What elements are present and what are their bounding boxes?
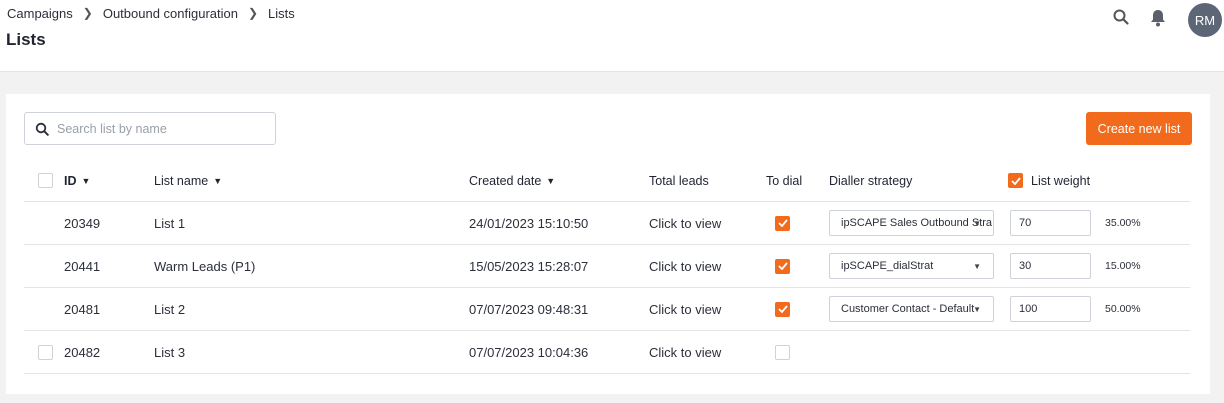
cell-created-date: 24/01/2023 15:10:50 bbox=[469, 215, 589, 231]
weight-percentage: 15.00% bbox=[1105, 260, 1141, 272]
column-created-label: Created date bbox=[469, 173, 542, 188]
breadcrumb-campaigns[interactable]: Campaigns bbox=[7, 6, 73, 21]
click-to-view-link[interactable]: Click to view bbox=[649, 202, 721, 244]
to-dial-checkbox[interactable] bbox=[775, 258, 790, 274]
column-header-to-dial: To dial bbox=[766, 173, 803, 188]
dialler-strategy-value: ipSCAPE_dialStrat bbox=[841, 260, 934, 272]
column-header-dialler-strategy: Dialler strategy bbox=[829, 173, 913, 188]
lists-card: Create new list ID ▼ List name ▼ Created d… bbox=[6, 94, 1210, 394]
chevron-right-icon: ❯ bbox=[82, 6, 93, 20]
cell-list-name: List 1 bbox=[154, 215, 186, 231]
caret-down-icon: ▼ bbox=[973, 218, 981, 228]
breadcrumb: Campaigns ❯ Outbound configuration ❯ Lis… bbox=[7, 5, 295, 21]
search-box[interactable] bbox=[24, 112, 276, 145]
cell-id: 20349 bbox=[64, 215, 101, 231]
dialler-strategy-value: ipSCAPE Sales Outbound Stra bbox=[841, 217, 993, 229]
search-icon bbox=[35, 122, 49, 136]
column-name-label: List name bbox=[154, 173, 209, 188]
cell-created-date: 07/07/2023 10:04:36 bbox=[469, 344, 589, 360]
check-icon bbox=[777, 219, 788, 227]
row-select-checkbox[interactable] bbox=[38, 344, 53, 360]
sort-down-icon: ▼ bbox=[213, 175, 223, 186]
dialler-strategy-select[interactable]: ipSCAPE Sales Outbound Stra ▼ bbox=[829, 210, 994, 236]
cell-id: 20482 bbox=[64, 344, 101, 360]
weight-percentage: 35.00% bbox=[1105, 217, 1141, 229]
to-dial-checkbox[interactable] bbox=[775, 301, 790, 317]
chevron-right-icon: ❯ bbox=[247, 6, 259, 20]
sort-down-icon: ▼ bbox=[81, 175, 91, 186]
check-icon bbox=[777, 305, 788, 313]
top-bar: Campaigns ❯ Outbound configuration ❯ Lis… bbox=[0, 0, 1224, 72]
page-title: Lists bbox=[6, 30, 46, 49]
dialler-strategy-value: Customer Contact - Default bbox=[841, 303, 975, 315]
table-row: 20349 List 1 24/01/2023 15:10:50 Click to v… bbox=[24, 202, 1190, 245]
table-header: ID ▼ List name ▼ Created date ▼ Total leads… bbox=[24, 160, 1190, 202]
dialler-strategy-select[interactable]: ipSCAPE_dialStrat ▼ bbox=[829, 253, 994, 279]
cell-id: 20481 bbox=[64, 301, 101, 317]
table-row: 20481 List 2 07/07/2023 09:48:31 Click to v… bbox=[24, 288, 1190, 331]
breadcrumb-lists: Lists bbox=[268, 5, 295, 21]
caret-down-icon: ▼ bbox=[973, 304, 981, 314]
cell-id: 20441 bbox=[64, 258, 101, 274]
check-icon bbox=[1010, 176, 1021, 185]
sort-down-icon: ▼ bbox=[546, 175, 556, 186]
column-id-label: ID bbox=[64, 173, 77, 188]
click-to-view-link[interactable]: Click to view bbox=[649, 245, 721, 287]
lists-table: ID ▼ List name ▼ Created date ▼ Total leads… bbox=[24, 160, 1190, 374]
dialler-strategy-select[interactable]: Customer Contact - Default ▼ bbox=[829, 296, 994, 322]
column-header-id[interactable]: ID ▼ bbox=[64, 160, 90, 201]
check-icon bbox=[777, 262, 788, 270]
cell-created-date: 07/07/2023 09:48:31 bbox=[469, 301, 589, 317]
bell-icon[interactable] bbox=[1149, 8, 1169, 28]
search-icon[interactable] bbox=[1112, 8, 1132, 28]
create-new-list-button[interactable]: Create new list bbox=[1086, 112, 1192, 145]
search-input[interactable] bbox=[55, 120, 255, 137]
list-weight-input[interactable]: 70 bbox=[1010, 210, 1091, 236]
column-header-list-name[interactable]: List name ▼ bbox=[154, 160, 222, 201]
column-header-created-date[interactable]: Created date ▼ bbox=[469, 160, 555, 201]
cell-list-name: Warm Leads (P1) bbox=[154, 258, 256, 274]
cell-created-date: 15/05/2023 15:28:07 bbox=[469, 258, 589, 274]
list-weight-input[interactable]: 100 bbox=[1010, 296, 1091, 322]
to-dial-checkbox[interactable] bbox=[775, 215, 790, 231]
click-to-view-link[interactable]: Click to view bbox=[649, 331, 721, 373]
to-dial-checkbox[interactable] bbox=[775, 344, 790, 360]
weight-percentage: 50.00% bbox=[1105, 303, 1141, 315]
list-weight-checkbox[interactable] bbox=[1008, 173, 1023, 188]
column-header-total-leads: Total leads bbox=[649, 173, 709, 188]
table-row: 20482 List 3 07/07/2023 10:04:36 Click to v… bbox=[24, 331, 1190, 374]
select-all-checkbox[interactable] bbox=[38, 173, 53, 188]
breadcrumb-outbound-configuration[interactable]: Outbound configuration bbox=[103, 6, 238, 21]
list-weight-input[interactable]: 30 bbox=[1010, 253, 1091, 279]
click-to-view-link[interactable]: Click to view bbox=[649, 288, 721, 330]
cell-list-name: List 2 bbox=[154, 301, 186, 317]
table-row: 20441 Warm Leads (P1) 15/05/2023 15:28:07 C… bbox=[24, 245, 1190, 288]
cell-list-name: List 3 bbox=[154, 344, 186, 360]
caret-down-icon: ▼ bbox=[973, 261, 981, 271]
column-weight-label: List weight bbox=[1031, 173, 1091, 188]
avatar[interactable]: RM bbox=[1188, 3, 1222, 37]
